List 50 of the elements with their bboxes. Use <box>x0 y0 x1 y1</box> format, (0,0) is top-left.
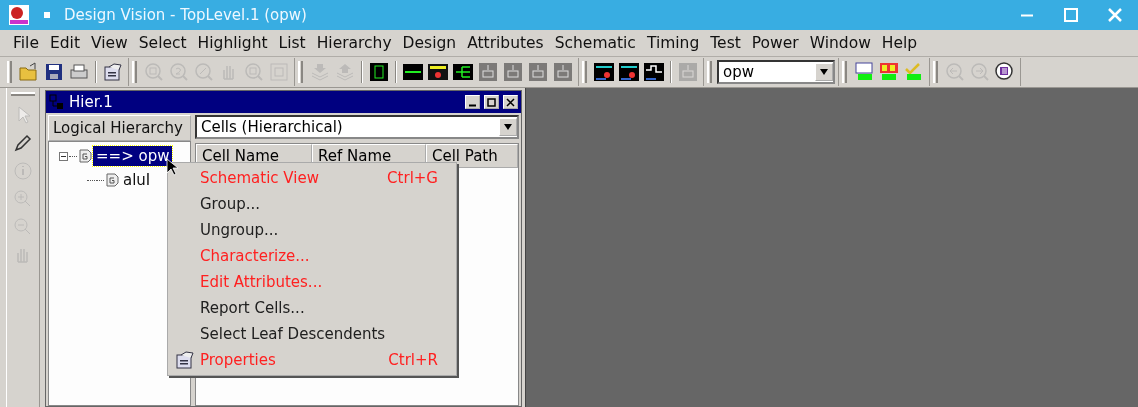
window-title: Hier.1 <box>69 93 114 111</box>
context-menu-item[interactable]: Select Leaf Descendents <box>168 321 456 347</box>
menu-item[interactable]: Window <box>802 34 875 52</box>
tree-item[interactable]: ==> opw <box>93 146 173 166</box>
hierarchy-icon <box>49 94 65 110</box>
close-button[interactable] <box>503 95 518 109</box>
toolbar-grip[interactable] <box>298 61 303 83</box>
menu-item[interactable]: Timing <box>639 34 704 52</box>
menu-item[interactable]: Hierarchy <box>309 34 396 52</box>
menu-item[interactable]: Design <box>395 34 461 52</box>
menu-item[interactable]: Edit <box>42 34 84 52</box>
view-button[interactable]: Logical Hierarchy <box>48 115 191 141</box>
collapse-toggle[interactable] <box>59 151 68 161</box>
tree-item[interactable]: aluI <box>120 170 154 190</box>
close-icon <box>506 97 515 107</box>
context-menu-item[interactable]: Group... <box>168 191 456 217</box>
toolbar-grip[interactable] <box>132 61 137 83</box>
design-icon <box>78 149 92 163</box>
menu-item[interactable]: Attributes <box>460 34 548 52</box>
window-title: Design Vision - TopLevel.1 (opw) <box>64 6 308 24</box>
menu-item[interactable]: File <box>6 34 43 52</box>
minimize-button[interactable] <box>465 95 480 109</box>
menu-item[interactable]: Help <box>874 34 922 52</box>
maximize-icon <box>487 97 496 107</box>
menu-item[interactable]: List <box>271 34 310 52</box>
menu-item[interactable]: Test <box>703 34 745 52</box>
menu-item[interactable]: Highlight <box>190 34 272 52</box>
menu-item[interactable]: View <box>83 34 132 52</box>
caret-icon <box>819 68 829 76</box>
menu-item[interactable]: Select <box>131 34 191 52</box>
context-menu-item[interactable]: Report Cells... <box>168 295 456 321</box>
design-icon <box>105 173 119 187</box>
toolbar-grip[interactable] <box>582 61 587 83</box>
caret-icon <box>503 123 513 131</box>
design-dropdown[interactable]: opw <box>717 60 835 84</box>
close-icon[interactable] <box>1108 8 1122 22</box>
minimize-icon[interactable] <box>1020 13 1034 17</box>
toolbar-grip[interactable] <box>7 61 12 83</box>
filter-dropdown[interactable]: Cells (Hierarchical) <box>195 115 519 139</box>
toolbar-grip[interactable] <box>707 61 712 83</box>
maximize-icon[interactable] <box>1064 8 1078 22</box>
toolbar-grip[interactable] <box>842 61 847 83</box>
column-header[interactable]: Cell Path <box>426 144 518 168</box>
context-menu-item[interactable]: Ungroup... <box>168 217 456 243</box>
toolbar-grip[interactable] <box>933 61 938 83</box>
menu-item[interactable]: Power <box>744 34 803 52</box>
maximize-button[interactable] <box>484 95 499 109</box>
menu-item[interactable]: Schematic <box>547 34 640 52</box>
app-icon <box>8 4 30 26</box>
minimize-icon <box>468 103 477 107</box>
